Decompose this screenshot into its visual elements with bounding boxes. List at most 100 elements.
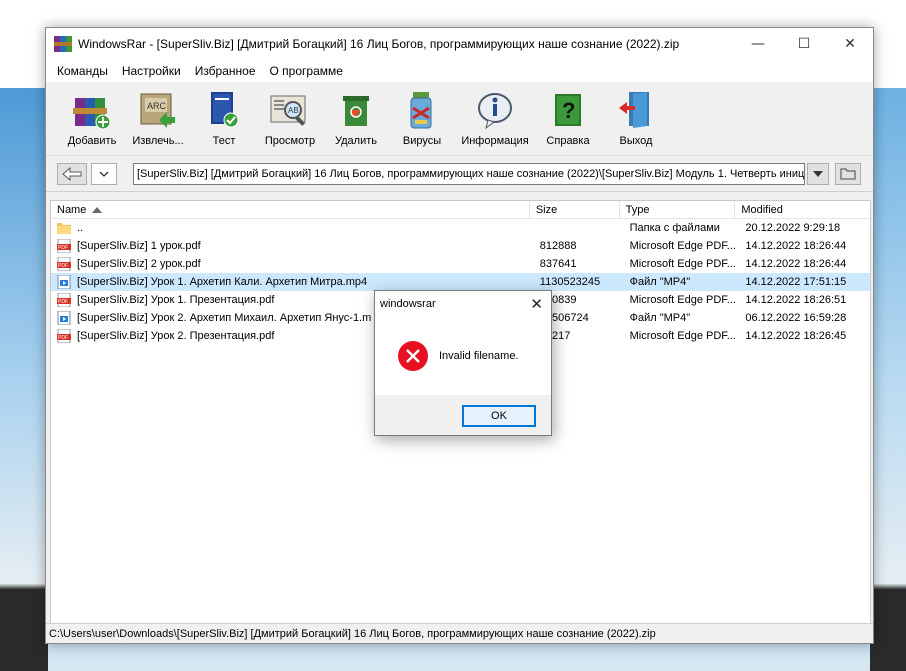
- back-arrow-icon: [62, 166, 82, 181]
- close-button[interactable]: ✕: [827, 28, 873, 60]
- file-size: 837641: [539, 258, 577, 270]
- menu-commands[interactable]: Команды: [50, 64, 115, 78]
- file-name: [SuperSliv.Biz] Урок 2. Архетип Михаил. …: [77, 312, 372, 324]
- dialog-message: Invalid filename.: [439, 350, 519, 362]
- file-type: Папка с файлами: [629, 222, 720, 234]
- menu-bar: Команды Настройки Избранное О программе: [46, 60, 873, 82]
- delete-icon: [334, 90, 378, 130]
- file-modified: 14.12.2022 17:51:15: [745, 276, 847, 288]
- browse-folder-button[interactable]: [835, 162, 861, 185]
- file-modified: 14.12.2022 18:26:45: [745, 330, 847, 342]
- exit-icon: [614, 90, 658, 130]
- minimize-button[interactable]: —: [735, 28, 781, 60]
- window-controls: — ☐ ✕: [735, 28, 873, 60]
- error-icon: [398, 341, 428, 371]
- menu-settings[interactable]: Настройки: [115, 64, 188, 78]
- file-name: [SuperSliv.Biz] 1 урок.pdf: [77, 240, 201, 252]
- column-name[interactable]: Name: [51, 201, 530, 219]
- test-button[interactable]: Тест: [191, 90, 257, 147]
- column-size[interactable]: Size: [530, 201, 620, 219]
- pdf-icon: PDF: [57, 293, 71, 307]
- extract-icon: ARC: [136, 90, 180, 130]
- column-size-label: Size: [535, 204, 558, 216]
- help-label: Справка: [546, 135, 590, 147]
- maximize-button[interactable]: ☐: [781, 28, 827, 60]
- add-button[interactable]: Добавить: [59, 90, 125, 147]
- file-modified: 20.12.2022 9:29:18: [745, 222, 841, 234]
- file-modified: 14.12.2022 18:26:44: [745, 240, 847, 252]
- path-dropdown-button[interactable]: [807, 162, 829, 185]
- dialog-close-button[interactable]: ✕: [530, 295, 543, 313]
- pdf-icon: PDF: [57, 239, 71, 253]
- file-modified: 14.12.2022 18:26:51: [745, 294, 847, 306]
- status-bar: C:\Users\user\Downloads\[SuperSliv.Biz] …: [46, 623, 873, 643]
- help-button[interactable]: ? Справка: [535, 90, 601, 147]
- title-bar[interactable]: WindowsRar - [SuperSliv.Biz] [Дмитрий Бо…: [46, 28, 873, 60]
- sort-ascending-icon: [92, 207, 103, 213]
- menu-about[interactable]: О программе: [263, 64, 350, 78]
- dialog-title-bar[interactable]: windowsrar ✕: [375, 291, 551, 317]
- column-type[interactable]: Type: [620, 201, 736, 219]
- file-list-header: Name Size Type Modified: [51, 201, 870, 219]
- folder-icon: [840, 168, 856, 180]
- extract-label: Извлечь...: [132, 135, 184, 147]
- delete-label: Удалить: [335, 135, 377, 147]
- column-modified[interactable]: Modified: [735, 201, 870, 219]
- help-icon: ?: [546, 90, 590, 130]
- winrar-app-icon: [54, 36, 72, 52]
- file-row-selected[interactable]: [SuperSliv.Biz] Урок 1. Архетип Кали. Ар…: [51, 273, 870, 291]
- extract-button[interactable]: ARC Извлечь...: [125, 90, 191, 147]
- file-modified: 06.12.2022 16:59:28: [745, 312, 847, 324]
- file-row[interactable]: PDF [SuperSliv.Biz] 1 урок.pdf 812888 Mi…: [51, 237, 870, 255]
- svg-text:?: ?: [562, 98, 575, 123]
- info-button[interactable]: Информация: [455, 90, 535, 147]
- add-archive-icon: [70, 90, 114, 130]
- file-name: [SuperSliv.Biz] 2 урок.pdf: [77, 258, 201, 270]
- chevron-down-icon: [99, 171, 109, 177]
- file-type: Microsoft Edge PDF...: [629, 258, 736, 270]
- path-field[interactable]: [SuperSliv.Biz] [Дмитрий Богацкий] 16 Ли…: [133, 162, 805, 185]
- error-dialog: windowsrar ✕ Invalid filename. OK: [374, 290, 552, 436]
- svg-text:PDF: PDF: [58, 299, 68, 305]
- info-label: Информация: [461, 135, 529, 147]
- file-row[interactable]: PDF [SuperSliv.Biz] 2 урок.pdf 837641 Mi…: [51, 255, 870, 273]
- menu-favorites[interactable]: Избранное: [188, 64, 263, 78]
- view-button[interactable]: AB Просмотр: [257, 90, 323, 147]
- toolbar: Добавить ARC Извлечь... Тест AB Просмотр…: [46, 82, 873, 156]
- virus-scan-icon: [400, 90, 444, 130]
- background-window-right: [870, 88, 906, 671]
- view-label: Просмотр: [264, 135, 316, 147]
- folder-icon: [57, 223, 71, 234]
- dialog-footer: OK: [375, 395, 551, 435]
- virus-scan-label: Вирусы: [402, 135, 442, 147]
- view-icon: AB: [268, 90, 312, 130]
- svg-text:PDF: PDF: [58, 245, 68, 251]
- window-title: WindowsRar - [SuperSliv.Biz] [Дмитрий Бо…: [78, 37, 680, 51]
- virus-scan-button[interactable]: Вирусы: [389, 90, 455, 147]
- drive-dropdown[interactable]: [91, 162, 117, 185]
- file-type: Microsoft Edge PDF...: [629, 330, 736, 342]
- dialog-body: Invalid filename.: [375, 317, 551, 395]
- file-size: 1130523245: [539, 276, 601, 288]
- delete-button[interactable]: Удалить: [323, 90, 389, 147]
- svg-text:PDF: PDF: [58, 263, 68, 269]
- file-type: Файл "MP4": [629, 312, 691, 324]
- exit-label: Выход: [619, 135, 653, 147]
- file-row[interactable]: .. Папка с файлами 20.12.2022 9:29:18: [51, 219, 870, 237]
- file-name: [SuperSliv.Biz] Урок 1. Архетип Кали. Ар…: [77, 276, 368, 288]
- background-window-left: [0, 88, 48, 671]
- file-size: 812888: [539, 240, 577, 252]
- column-type-label: Type: [625, 204, 650, 216]
- test-icon: [202, 90, 246, 130]
- video-icon: [57, 311, 71, 325]
- column-name-label: Name: [57, 204, 87, 216]
- ok-button[interactable]: OK: [462, 405, 536, 427]
- file-name: [SuperSliv.Biz] Урок 1. Презентация.pdf: [77, 294, 275, 306]
- pdf-icon: PDF: [57, 257, 71, 271]
- svg-text:AB: AB: [288, 106, 299, 115]
- file-name: [SuperSliv.Biz] Урок 2. Презентация.pdf: [77, 330, 275, 342]
- up-folder-button[interactable]: [57, 162, 87, 185]
- dialog-title: windowsrar: [380, 298, 436, 310]
- file-name: ..: [77, 222, 84, 234]
- exit-button[interactable]: Выход: [601, 90, 671, 147]
